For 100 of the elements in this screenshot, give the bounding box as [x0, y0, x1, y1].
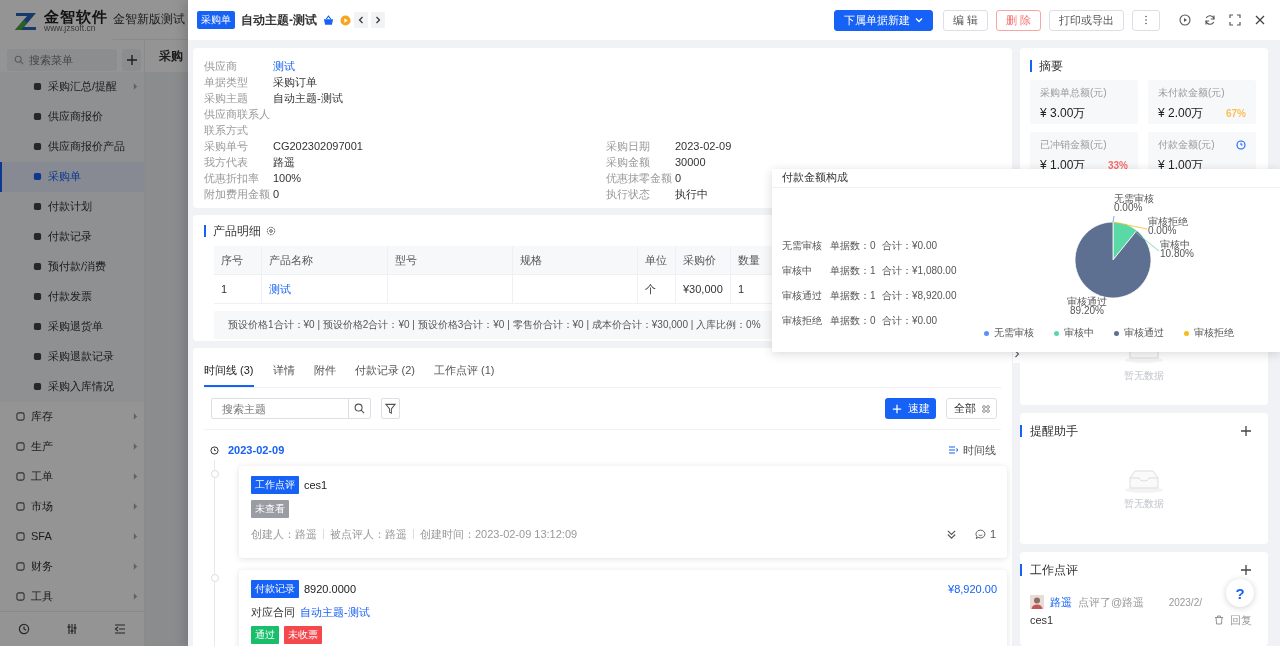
search-input[interactable]: 搜索菜单	[27, 52, 117, 67]
tab[interactable]: 附件	[313, 363, 336, 387]
search-input[interactable]: 搜索主题	[220, 401, 348, 416]
new-dropdown-button[interactable]: 下属单据新建	[833, 9, 933, 31]
column-header: 单位	[645, 252, 667, 268]
plus-icon[interactable]	[1240, 425, 1252, 437]
status-name: 审核通过	[782, 288, 823, 303]
square-icon	[16, 591, 25, 601]
field-label: 采购单号	[204, 138, 249, 154]
menu-item[interactable]: 采购退货单	[0, 311, 144, 342]
field-value: 0	[675, 172, 682, 184]
column-header: 数量	[738, 252, 760, 268]
review-text: ces1	[1030, 614, 1054, 626]
square-icon	[16, 501, 25, 511]
square-icon	[33, 292, 42, 302]
trash-icon[interactable]	[1214, 615, 1224, 625]
contract-label: 对应合同	[251, 604, 295, 620]
filter-icon	[385, 403, 396, 414]
square-icon	[33, 322, 42, 332]
product-link[interactable]: 测试	[269, 281, 291, 297]
action-button[interactable]: 编 辑	[942, 9, 988, 31]
table-cell: 1	[738, 283, 745, 295]
expand-icon[interactable]	[945, 528, 957, 540]
action-button[interactable]: 打印或导出	[1049, 9, 1124, 31]
document-count: 单据数：0	[830, 313, 877, 328]
timeline-view-button[interactable]: 时间线	[948, 442, 996, 458]
plus-icon[interactable]	[1240, 564, 1252, 576]
menu-item[interactable]: 付款计划	[0, 191, 144, 222]
history-icon[interactable]	[18, 623, 30, 636]
close-icon[interactable]	[1254, 14, 1266, 26]
section-title: 提醒助手	[1030, 423, 1078, 439]
menu-item[interactable]: 市场	[0, 491, 144, 522]
tab[interactable]: 详情	[272, 363, 295, 387]
all-button[interactable]: 全部	[946, 398, 997, 419]
table-cell: ¥30,000	[683, 283, 723, 295]
slice-percent: 89.20%	[1070, 305, 1104, 316]
field-value: 路遥	[273, 154, 295, 170]
quick-create-button[interactable]: 速建	[885, 398, 936, 419]
caret-icon	[133, 562, 138, 570]
reply-link[interactable]: 回复	[1230, 612, 1252, 628]
field-value: CG202302097001	[273, 140, 363, 152]
previous-button[interactable]	[354, 12, 368, 28]
filter-button[interactable]	[381, 398, 400, 419]
next-button[interactable]	[371, 12, 385, 28]
contract-link[interactable]: 自动主题-测试	[300, 604, 370, 620]
clock-icon[interactable]	[1236, 140, 1246, 150]
square-icon	[33, 142, 42, 152]
collapse-icon[interactable]	[114, 623, 126, 636]
avatar	[1030, 595, 1044, 609]
play-circle-icon[interactable]	[1179, 14, 1191, 26]
slice-label: 无需审核	[1114, 193, 1154, 204]
review-date: 2023/2/	[1168, 596, 1202, 608]
tab[interactable]: 工作点评 (1)	[434, 363, 495, 387]
status-tag: 未查看	[251, 500, 289, 518]
basket-icon[interactable]	[323, 14, 334, 26]
refresh-icon[interactable]	[1204, 14, 1216, 26]
menu-item[interactable]: 采购入库情况	[0, 371, 144, 402]
gear-icon[interactable]	[266, 226, 276, 236]
menu-item[interactable]: 库存	[0, 401, 144, 432]
menu-item[interactable]: 预付款/消费	[0, 251, 144, 282]
menu-item[interactable]: 供应商报价	[0, 101, 144, 132]
menu-item[interactable]: 付款发票	[0, 281, 144, 312]
comments-button[interactable]: 1	[974, 528, 996, 540]
fullscreen-icon[interactable]	[1229, 14, 1241, 26]
tab[interactable]: 时间线 (3)	[204, 363, 254, 387]
tab[interactable]: 付款记录 (2)	[354, 363, 415, 387]
menu-item[interactable]: 付款记录	[0, 221, 144, 252]
stat-label: 采购单总额(元)	[1040, 86, 1107, 100]
menu-item[interactable]: SFA	[0, 521, 144, 552]
menu-item[interactable]: 工具	[0, 581, 144, 612]
delete-button[interactable]: 删 除	[995, 9, 1041, 31]
chevron-right-icon	[374, 16, 382, 24]
column-header: 采购价	[683, 252, 716, 268]
status-total: 合计：¥0.00	[882, 313, 938, 328]
slice-label: 审核拒绝	[1148, 216, 1188, 227]
menu-item[interactable]: 供应商报价产品	[0, 131, 144, 162]
sliders-icon[interactable]	[66, 623, 78, 636]
field-label: 附加费用金额	[204, 186, 271, 202]
stat-percent: 33%	[1108, 160, 1128, 171]
menu-item[interactable]: 财务	[0, 551, 144, 582]
square-icon	[16, 442, 25, 452]
caret-icon	[133, 443, 138, 451]
add-button[interactable]	[122, 48, 141, 71]
author-link[interactable]: 路遥	[1050, 594, 1072, 610]
menu-item[interactable]: 采购单	[0, 161, 144, 192]
clock-icon	[210, 445, 219, 455]
slice-label: 审核中	[1160, 239, 1190, 250]
menu-item[interactable]: 工单	[0, 461, 144, 492]
menu-item[interactable]: 采购汇总/提醒	[0, 71, 144, 102]
page-tab[interactable]: 采购	[159, 47, 183, 65]
menu-item[interactable]: 生产	[0, 431, 144, 462]
field-value[interactable]: 测试	[273, 58, 295, 74]
legend-label: 审核通过	[1124, 326, 1164, 340]
list-icon	[948, 445, 958, 455]
slice-percent: 10.80%	[1160, 248, 1194, 259]
menu-item[interactable]: 采购退款记录	[0, 341, 144, 372]
search-field[interactable]: 搜索菜单	[7, 48, 117, 71]
chevron-left-icon	[357, 16, 365, 24]
search-field[interactable]: 搜索主题	[211, 398, 371, 419]
field-value: 0	[273, 188, 280, 200]
